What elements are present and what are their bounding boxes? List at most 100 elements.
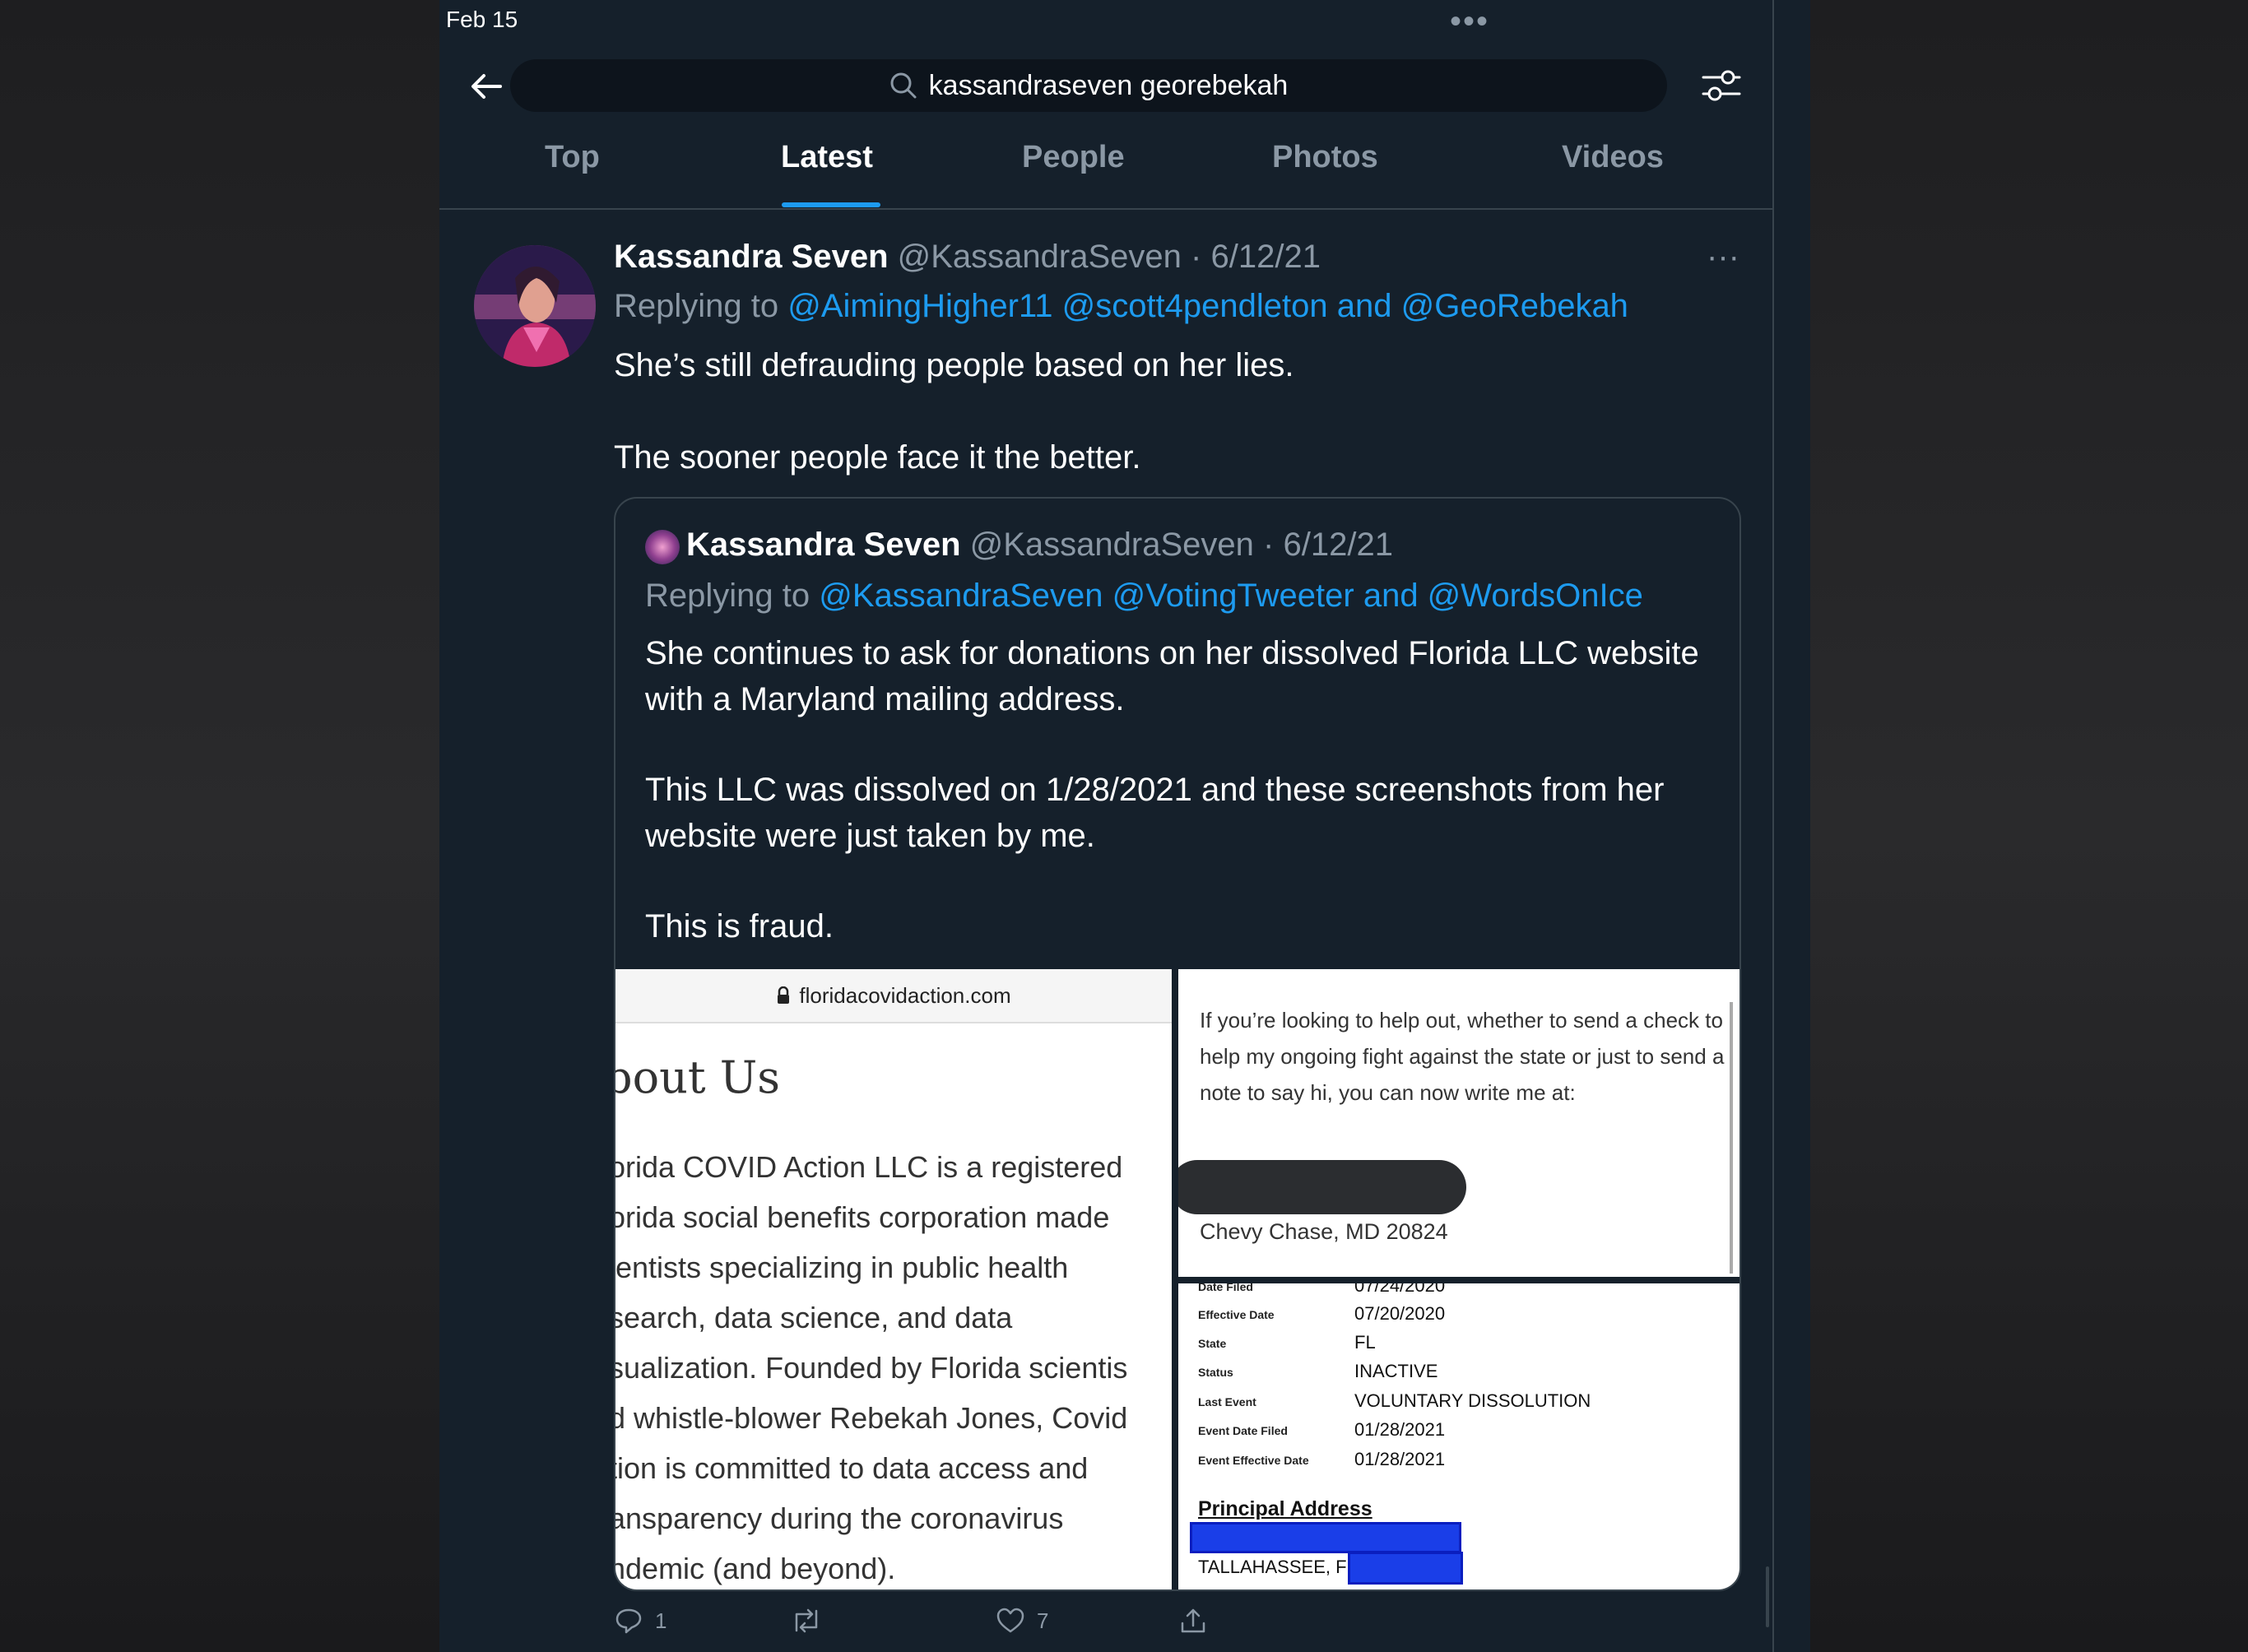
filing-row: Last Event VOLUNTARY DISSOLUTION bbox=[1198, 1390, 1708, 1420]
like-count: 7 bbox=[1037, 1608, 1049, 1633]
avatar-image bbox=[474, 245, 596, 367]
principal-city: TALLAHASSEE, FL bbox=[1198, 1557, 1357, 1577]
replying-to: Replying to @AimingHigher11 @scott4pendl… bbox=[614, 288, 1628, 325]
filing-row: Event Effective Date 01/28/2021 bbox=[1198, 1449, 1708, 1478]
about-line: tion is committed to data access and bbox=[615, 1451, 1089, 1485]
tab-videos[interactable]: Videos bbox=[1562, 140, 1664, 175]
search-input[interactable]: kassandraseven georebekah bbox=[510, 59, 1667, 112]
mailing-address: Chevy Chase, MD 20824 bbox=[1200, 1219, 1448, 1244]
filing-row: Effective Date 07/20/2020 bbox=[1198, 1303, 1708, 1333]
tweet-paragraph: The sooner people face it the better. bbox=[614, 439, 1141, 476]
filing-value: INACTIVE bbox=[1354, 1361, 1438, 1381]
tweet-actions: 1 7 bbox=[614, 1606, 1684, 1647]
about-line: sualization. Founded by Florida scientis bbox=[615, 1351, 1128, 1385]
like-button[interactable]: 7 bbox=[996, 1606, 1048, 1636]
filing-label: Last Event bbox=[1198, 1395, 1256, 1408]
reply-icon bbox=[615, 1608, 642, 1634]
tab-people[interactable]: People bbox=[1022, 140, 1125, 175]
replying-to-users[interactable]: @AimingHigher11 @scott4pendleton and @Ge… bbox=[787, 288, 1628, 324]
filing-label: Date Filed bbox=[1198, 1283, 1253, 1293]
replying-to-label: Replying to bbox=[614, 288, 779, 324]
search-settings-button[interactable] bbox=[1698, 63, 1744, 109]
about-line: orida social benefits corporation made bbox=[615, 1200, 1110, 1234]
status-date: Feb 15 bbox=[446, 7, 518, 32]
filing-value: VOLUNTARY DISSOLUTION bbox=[1354, 1390, 1591, 1411]
quote-header-separator: · bbox=[1263, 527, 1275, 563]
tab-top[interactable]: Top bbox=[545, 140, 600, 175]
llc-record-image[interactable]: Date Filed 07/24/2020 Effective Date 07/… bbox=[1178, 1283, 1739, 1589]
filing-label: Effective Date bbox=[1198, 1308, 1275, 1321]
scroll-indicator bbox=[1766, 1566, 1769, 1627]
quote-body: She continues to ask for donations on he… bbox=[645, 630, 1715, 949]
zip-redaction bbox=[1348, 1552, 1463, 1585]
tabs-divider bbox=[439, 208, 1774, 210]
tweet-paragraph: She’s still defrauding people based on h… bbox=[614, 347, 1294, 383]
header-separator: · bbox=[1191, 239, 1202, 275]
filing-row: Date Filed 07/24/2020 bbox=[1198, 1283, 1708, 1305]
quote-paragraph: This LLC was dissolved on 1/28/2021 and … bbox=[645, 772, 1665, 854]
browser-address-bar: floridacovidaction.com bbox=[615, 969, 1172, 1023]
quote-replying-to-users: @KassandraSeven @VotingTweeter and @Word… bbox=[819, 578, 1643, 614]
filing-label: Status bbox=[1198, 1366, 1233, 1379]
twitter-app-window: Feb 15 ••• kassandraseven georebekah Top… bbox=[439, 0, 1810, 1652]
filing-row: Status INACTIVE bbox=[1198, 1361, 1708, 1390]
quoted-tweet[interactable]: Kassandra Seven @KassandraSeven · 6/12/2… bbox=[614, 497, 1741, 1591]
share-icon bbox=[1181, 1608, 1205, 1633]
retweet-button[interactable] bbox=[790, 1606, 823, 1636]
filing-value: 07/20/2020 bbox=[1354, 1303, 1446, 1324]
website-url: floridacovidaction.com bbox=[799, 982, 1011, 1008]
filing-label: Event Effective Date bbox=[1198, 1454, 1309, 1467]
about-line: d whistle-blower Rebekah Jones, Covid bbox=[615, 1401, 1128, 1435]
about-body: orida COVID Action LLC is a registered o… bbox=[615, 1142, 1172, 1589]
quote-replying-to-label: Replying to bbox=[645, 578, 810, 614]
arrow-left-icon bbox=[471, 74, 502, 99]
about-line: ansparency during the coronavirus bbox=[615, 1501, 1064, 1535]
quote-header: Kassandra Seven @KassandraSeven · 6/12/2… bbox=[686, 527, 1393, 564]
author-handle[interactable]: @KassandraSeven bbox=[898, 239, 1182, 275]
filing-row: Event Date Filed 01/28/2021 bbox=[1198, 1419, 1708, 1449]
back-button[interactable] bbox=[466, 66, 515, 107]
sliders-icon bbox=[1702, 70, 1741, 101]
tweet-header: Kassandra Seven @KassandraSeven · 6/12/2… bbox=[614, 239, 1321, 276]
filing-label: State bbox=[1198, 1337, 1227, 1350]
about-line: ndemic (and beyond). bbox=[615, 1552, 896, 1585]
heart-icon bbox=[996, 1608, 1024, 1633]
donation-note-image[interactable]: If you’re looking to help out, whether t… bbox=[1178, 969, 1739, 1277]
retweet-icon bbox=[795, 1608, 818, 1633]
address-redaction bbox=[1178, 1160, 1466, 1214]
quote-author-handle: @KassandraSeven bbox=[969, 527, 1254, 563]
tweet-date[interactable]: 6/12/21 bbox=[1210, 239, 1320, 275]
tab-latest[interactable]: Latest bbox=[781, 140, 873, 175]
about-line: orida COVID Action LLC is a registered bbox=[615, 1150, 1123, 1184]
multitasking-dots[interactable]: ••• bbox=[1450, 3, 1489, 40]
quote-date: 6/12/21 bbox=[1283, 527, 1393, 563]
quote-avatar bbox=[645, 530, 680, 564]
about-heading: bout Us bbox=[615, 1051, 780, 1103]
filing-value: 01/28/2021 bbox=[1354, 1419, 1446, 1440]
quote-paragraph: This is fraud. bbox=[645, 908, 834, 944]
filing-value: 07/24/2020 bbox=[1354, 1283, 1446, 1296]
quote-replying-to: Replying to @KassandraSeven @VotingTweet… bbox=[645, 578, 1643, 615]
quote-author-name: Kassandra Seven bbox=[686, 527, 961, 563]
tab-photos[interactable]: Photos bbox=[1272, 140, 1378, 175]
reply-count: 1 bbox=[655, 1608, 667, 1633]
website-screenshot-image[interactable]: floridacovidaction.com bout Us orida COV… bbox=[615, 969, 1172, 1589]
about-line: search, data science, and data bbox=[615, 1301, 1013, 1334]
outer-background-left bbox=[0, 0, 439, 1652]
street-redaction bbox=[1190, 1522, 1461, 1553]
principal-address-label: Principal Address bbox=[1198, 1497, 1372, 1520]
more-options-button[interactable]: ··· bbox=[1707, 239, 1739, 276]
share-button[interactable] bbox=[1178, 1606, 1208, 1636]
reply-button[interactable]: 1 bbox=[614, 1606, 667, 1636]
active-tab-indicator bbox=[782, 202, 880, 207]
filing-row: State FL bbox=[1198, 1332, 1708, 1362]
search-icon bbox=[890, 72, 917, 99]
image-scrollbar bbox=[1730, 1002, 1733, 1274]
tweet-body: She’s still defrauding people based on h… bbox=[614, 342, 1294, 480]
donation-note-text: If you’re looking to help out, whether t… bbox=[1200, 1008, 1725, 1105]
timeline-border bbox=[1772, 0, 1774, 1652]
author-name[interactable]: Kassandra Seven bbox=[614, 239, 889, 275]
avatar[interactable] bbox=[474, 245, 596, 367]
filing-label: Event Date Filed bbox=[1198, 1424, 1288, 1437]
about-line: ientists specializing in public health bbox=[615, 1251, 1069, 1284]
